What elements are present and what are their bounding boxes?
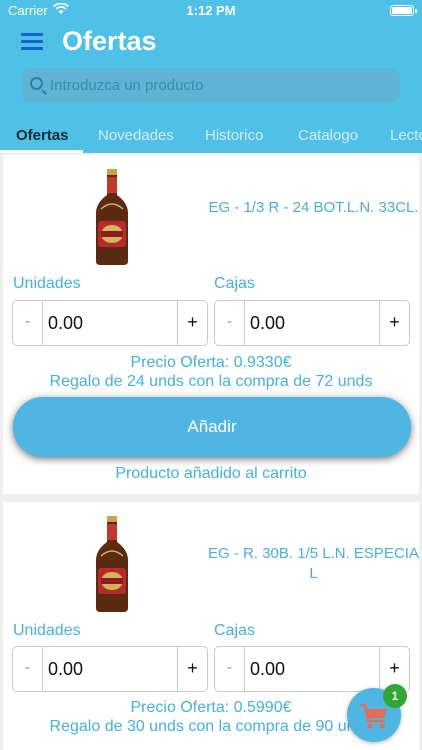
tab-lecto[interactable]: Lecto <box>390 127 422 144</box>
search-bar[interactable] <box>22 68 400 102</box>
page-title: Ofertas <box>62 26 157 56</box>
boxes-increment-button[interactable]: + <box>379 301 409 345</box>
boxes-decrement-button[interactable]: - <box>215 647 245 691</box>
units-increment-button[interactable]: + <box>177 647 207 691</box>
boxes-decrement-button[interactable]: - <box>215 301 245 345</box>
search-icon <box>30 77 43 90</box>
tab-catalogo[interactable]: Catalogo <box>298 127 358 144</box>
beer-bottle-image <box>96 169 128 265</box>
boxes-stepper: - + <box>214 300 410 346</box>
units-input[interactable] <box>43 647 177 691</box>
boxes-input[interactable] <box>245 301 379 345</box>
units-increment-button[interactable]: + <box>177 301 207 345</box>
status-bar: Carrier 1:12 PM <box>0 0 422 22</box>
beer-bottle-image <box>96 516 128 612</box>
boxes-stepper: - + <box>214 646 410 692</box>
boxes-input[interactable] <box>245 647 379 691</box>
units-label: Unidades <box>13 622 81 639</box>
tab-novedades[interactable]: Novedades <box>98 127 174 144</box>
units-stepper: - + <box>12 300 208 346</box>
units-input[interactable] <box>43 301 177 345</box>
units-stepper: - + <box>12 646 208 692</box>
product-name: EG - 1/3 R - 24 BOT.L.N. 33CL. <box>208 199 419 216</box>
tab-bar: Ofertas Novedades Historico Catalogo Lec… <box>0 118 422 153</box>
hamburger-menu-icon[interactable] <box>21 33 43 51</box>
app-header: Carrier 1:12 PM Ofertas Ofertas Novedade… <box>0 0 422 153</box>
status-time: 1:12 PM <box>186 3 236 18</box>
offer-gift: Regalo de 24 unds con la compra de 72 un… <box>49 373 373 390</box>
product-card: EG - 1/3 R - 24 BOT.L.N. 33CL. Unidades … <box>3 155 419 494</box>
add-to-cart-button[interactable]: Añadir <box>13 397 411 457</box>
active-tab-indicator <box>0 150 83 153</box>
units-decrement-button[interactable]: - <box>13 647 43 691</box>
tab-historico[interactable]: Historico <box>205 127 263 144</box>
units-label: Unidades <box>13 275 81 292</box>
tab-ofertas[interactable]: Ofertas <box>16 127 69 144</box>
cart-count-badge: 1 <box>383 684 407 708</box>
added-to-cart-message: Producto añadido al carrito <box>115 465 307 482</box>
boxes-label: Cajas <box>214 622 255 639</box>
units-decrement-button[interactable]: - <box>13 301 43 345</box>
product-name: EG - R. 30B. 1/5 L.N. ESPECIAL <box>208 545 419 582</box>
shopping-cart-icon <box>360 703 387 729</box>
battery-icon <box>390 5 417 16</box>
boxes-label: Cajas <box>214 275 255 292</box>
offer-price: Precio Oferta: 0.9330€ <box>130 354 292 371</box>
search-input[interactable] <box>50 68 394 102</box>
